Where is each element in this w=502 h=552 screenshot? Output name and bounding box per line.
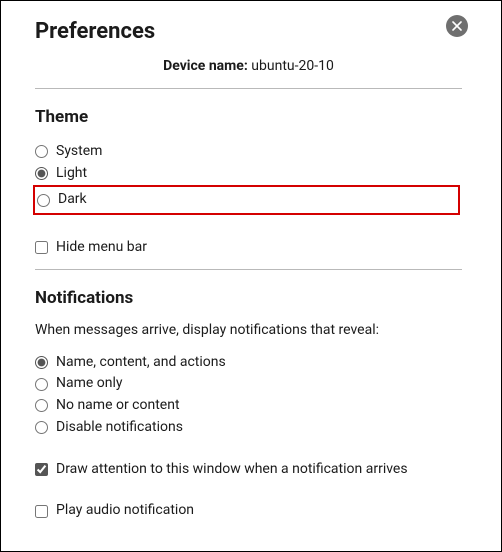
notify-option-none[interactable]: No name or content — [35, 395, 462, 417]
device-name-label: Device name: — [163, 58, 248, 74]
play-audio-checkbox[interactable] — [35, 505, 48, 518]
play-audio-option[interactable]: Play audio notification — [35, 500, 462, 522]
notify-label-none: No name or content — [56, 395, 180, 417]
hide-menu-bar-label: Hide menu bar — [56, 237, 147, 259]
notify-radio-name[interactable] — [35, 378, 48, 391]
notifications-description: When messages arrive, display notificati… — [35, 322, 462, 338]
theme-option-dark[interactable]: Dark — [37, 189, 454, 211]
preferences-scroll[interactable]: Preferences Device name: ubuntu-20-10 Th… — [1, 1, 496, 551]
header: Preferences — [35, 19, 462, 44]
draw-attention-label: Draw attention to this window when a not… — [56, 459, 408, 481]
theme-radio-system[interactable] — [35, 145, 48, 158]
play-audio-label: Play audio notification — [56, 500, 194, 522]
page-title: Preferences — [35, 19, 462, 44]
theme-label-system: System — [56, 141, 102, 163]
notify-label-name: Name only — [56, 373, 123, 395]
notify-option-full[interactable]: Name, content, and actions — [35, 352, 462, 374]
notify-label-disable: Disable notifications — [56, 417, 183, 439]
divider — [35, 269, 462, 270]
theme-option-system[interactable]: System — [35, 141, 462, 163]
highlight-box: Dark — [33, 185, 460, 215]
theme-radio-dark[interactable] — [37, 194, 50, 207]
divider — [35, 88, 462, 89]
notify-radio-none[interactable] — [35, 399, 48, 412]
device-name-line: Device name: ubuntu-20-10 — [35, 58, 462, 74]
device-name-value: ubuntu-20-10 — [251, 58, 334, 74]
hide-menu-bar-option[interactable]: Hide menu bar — [35, 237, 462, 259]
draw-attention-option[interactable]: Draw attention to this window when a not… — [35, 459, 462, 481]
notify-radio-full[interactable] — [35, 356, 48, 369]
notifications-heading: Notifications — [35, 288, 462, 308]
notify-option-name[interactable]: Name only — [35, 373, 462, 395]
theme-radio-light[interactable] — [35, 167, 48, 180]
notify-radio-disable[interactable] — [35, 421, 48, 434]
notify-label-full: Name, content, and actions — [56, 352, 226, 374]
draw-attention-checkbox[interactable] — [35, 463, 48, 476]
theme-label-dark: Dark — [58, 189, 87, 211]
theme-label-light: Light — [56, 163, 87, 185]
theme-heading: Theme — [35, 107, 462, 127]
hide-menu-bar-checkbox[interactable] — [35, 241, 48, 254]
close-button[interactable] — [446, 15, 468, 37]
close-icon — [452, 21, 462, 31]
theme-option-light[interactable]: Light — [35, 163, 462, 185]
notify-option-disable[interactable]: Disable notifications — [35, 417, 462, 439]
